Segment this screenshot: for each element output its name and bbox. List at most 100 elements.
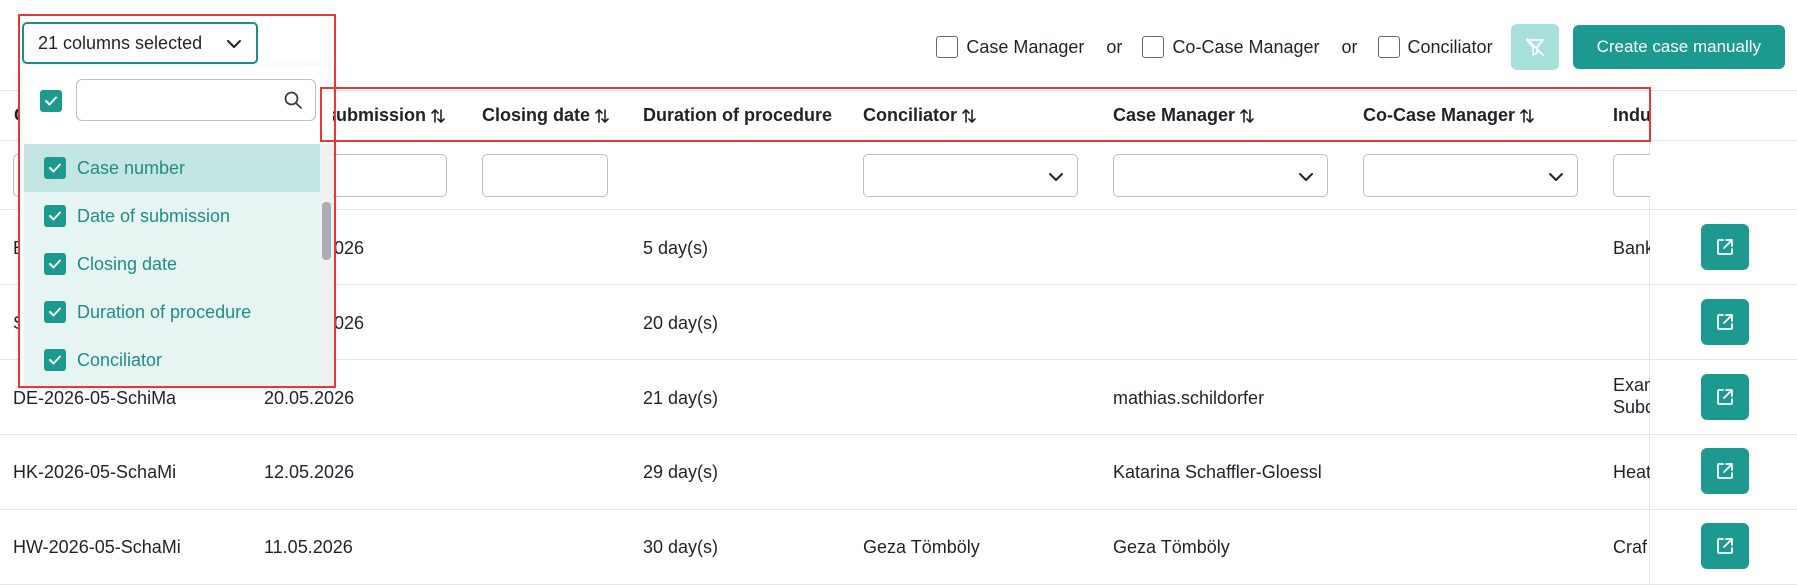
industry-cell: Heat xyxy=(1613,462,1650,482)
industry-filter-input[interactable] xyxy=(1613,154,1650,197)
check-icon xyxy=(45,96,57,106)
sort-icon[interactable] xyxy=(594,107,610,125)
check-icon xyxy=(49,259,61,269)
conciliator-filter-select[interactable] xyxy=(863,154,1078,197)
column-list: Case number Date of submission Closing d… xyxy=(24,144,320,386)
submission-cell: 11.05.2026 xyxy=(264,537,353,557)
open-case-button[interactable] xyxy=(1701,374,1749,420)
check-icon xyxy=(49,163,61,173)
open-case-button[interactable] xyxy=(1701,523,1749,569)
external-link-icon xyxy=(1717,314,1733,330)
row-divider xyxy=(0,434,1797,435)
scrollbar-thumb[interactable] xyxy=(322,202,331,260)
column-option-closing-date[interactable]: Closing date xyxy=(24,240,320,288)
column-dropdown: Case number Date of submission Closing d… xyxy=(20,66,333,386)
chevron-down-icon xyxy=(1299,173,1313,181)
column-option-label: Date of submission xyxy=(77,206,231,226)
sort-icon[interactable] xyxy=(430,107,446,125)
submission-cell: 026 xyxy=(334,238,365,258)
column-option-case-number[interactable]: Case number xyxy=(24,144,320,192)
column-option-checkbox[interactable] xyxy=(44,205,66,227)
column-option-checkbox[interactable] xyxy=(44,253,66,275)
case-manager-cell: Katarina Schaffler-Gloessl xyxy=(1113,462,1322,482)
co-case-manager-label: Co-Case Manager xyxy=(1172,36,1320,57)
header-conciliator-label: Conciliator xyxy=(863,105,958,125)
duration-cell: 29 day(s) xyxy=(643,462,719,482)
sort-icon[interactable] xyxy=(1239,107,1255,125)
conciliator-cell: Geza Tömböly xyxy=(863,537,980,557)
external-link-icon xyxy=(1717,389,1733,405)
header-duration-label: Duration of procedure xyxy=(643,105,833,125)
column-option-checkbox[interactable] xyxy=(44,301,66,323)
check-icon xyxy=(49,211,61,221)
column-selector[interactable]: 21 columns selected xyxy=(22,22,258,64)
column-option-checkbox[interactable] xyxy=(44,349,66,371)
column-search-input[interactable] xyxy=(76,79,316,121)
column-option-date-of-submission[interactable]: Date of submission xyxy=(24,192,320,240)
check-icon xyxy=(49,307,61,317)
header-date-of-submission-label: submission xyxy=(326,105,427,125)
case-manager-label: Case Manager xyxy=(966,36,1085,57)
filter-off-icon xyxy=(1525,38,1544,56)
duration-cell: 30 day(s) xyxy=(643,537,719,557)
case-manager-checkbox[interactable] xyxy=(936,36,959,58)
external-link-icon xyxy=(1717,239,1733,255)
select-all-checkbox[interactable] xyxy=(40,90,62,112)
column-option-conciliator[interactable]: Conciliator xyxy=(24,336,320,384)
create-case-button[interactable]: Create case manually xyxy=(1572,25,1785,69)
submission-cell: 12.05.2026 xyxy=(264,462,355,482)
sort-icon[interactable] xyxy=(1519,107,1535,125)
reset-filter-button[interactable] xyxy=(1510,24,1559,70)
industry-cell: Bank xyxy=(1613,238,1650,258)
submission-filter-input[interactable] xyxy=(325,154,447,197)
chevron-down-icon xyxy=(1549,173,1563,181)
header-date-of-submission[interactable]: submission xyxy=(326,105,446,126)
column-option-duration[interactable]: Duration of procedure xyxy=(24,288,320,336)
chevron-down-icon xyxy=(1049,173,1063,181)
column-option-label: Duration of procedure xyxy=(77,302,252,322)
co-case-manager-checkbox[interactable] xyxy=(1142,36,1165,58)
column-option-label: Closing date xyxy=(77,254,178,274)
header-conciliator[interactable]: Conciliator xyxy=(863,105,977,126)
submission-cell: 026 xyxy=(334,313,365,333)
duration-cell: 20 day(s) xyxy=(643,313,719,333)
header-co-case-manager-label: Co-Case Manager xyxy=(1363,105,1516,125)
co-case-manager-filter-select[interactable] xyxy=(1363,154,1578,197)
sort-icon[interactable] xyxy=(961,107,977,125)
toolbar: Case Manager or Co-Case Manager or Conci… xyxy=(936,24,1785,70)
open-case-button[interactable] xyxy=(1701,299,1749,345)
open-case-button[interactable] xyxy=(1701,224,1749,270)
case-manager-cell: Geza Tömböly xyxy=(1113,537,1230,557)
column-option-checkbox[interactable] xyxy=(44,157,66,179)
dropdown-scrollbar[interactable] xyxy=(320,144,333,386)
column-option-label: Case number xyxy=(77,158,186,178)
header-industry[interactable]: Indu xyxy=(1613,105,1649,126)
case-list-page: 21 columns selected Case Manager or Co-C… xyxy=(0,0,1797,585)
duration-cell: 5 day(s) xyxy=(643,238,709,258)
duration-cell: 21 day(s) xyxy=(643,388,719,408)
filter-conciliator[interactable]: Conciliator xyxy=(1377,36,1493,58)
external-link-icon xyxy=(1717,463,1733,479)
filter-co-case-manager[interactable]: Co-Case Manager xyxy=(1142,36,1320,58)
header-closing-date-label: Closing date xyxy=(482,105,591,125)
header-case-manager-label: Case Manager xyxy=(1113,105,1236,125)
table-row: DE-2026-05-SchiMa xyxy=(13,388,177,408)
header-case-manager[interactable]: Case Manager xyxy=(1113,105,1255,126)
industry-cell: Subc xyxy=(1613,397,1650,417)
table-row: HK-2026-05-SchaMi xyxy=(13,462,177,482)
column-selector-label: 21 columns selected xyxy=(38,32,203,53)
chevron-down-icon xyxy=(227,40,241,48)
dropdown-header xyxy=(20,66,333,144)
conciliator-label: Conciliator xyxy=(1407,36,1493,57)
header-closing-date[interactable]: Closing date xyxy=(482,105,610,126)
external-link-icon xyxy=(1717,538,1733,554)
check-icon xyxy=(49,355,61,365)
open-case-button[interactable] xyxy=(1701,448,1749,494)
header-co-case-manager[interactable]: Co-Case Manager xyxy=(1363,105,1535,126)
filter-case-manager[interactable]: Case Manager xyxy=(936,36,1084,58)
case-manager-filter-select[interactable] xyxy=(1113,154,1328,197)
row-divider xyxy=(0,509,1797,510)
industry-cell: Craf xyxy=(1613,537,1648,557)
conciliator-checkbox[interactable] xyxy=(1377,36,1400,58)
closing-date-filter-input[interactable] xyxy=(482,154,608,197)
